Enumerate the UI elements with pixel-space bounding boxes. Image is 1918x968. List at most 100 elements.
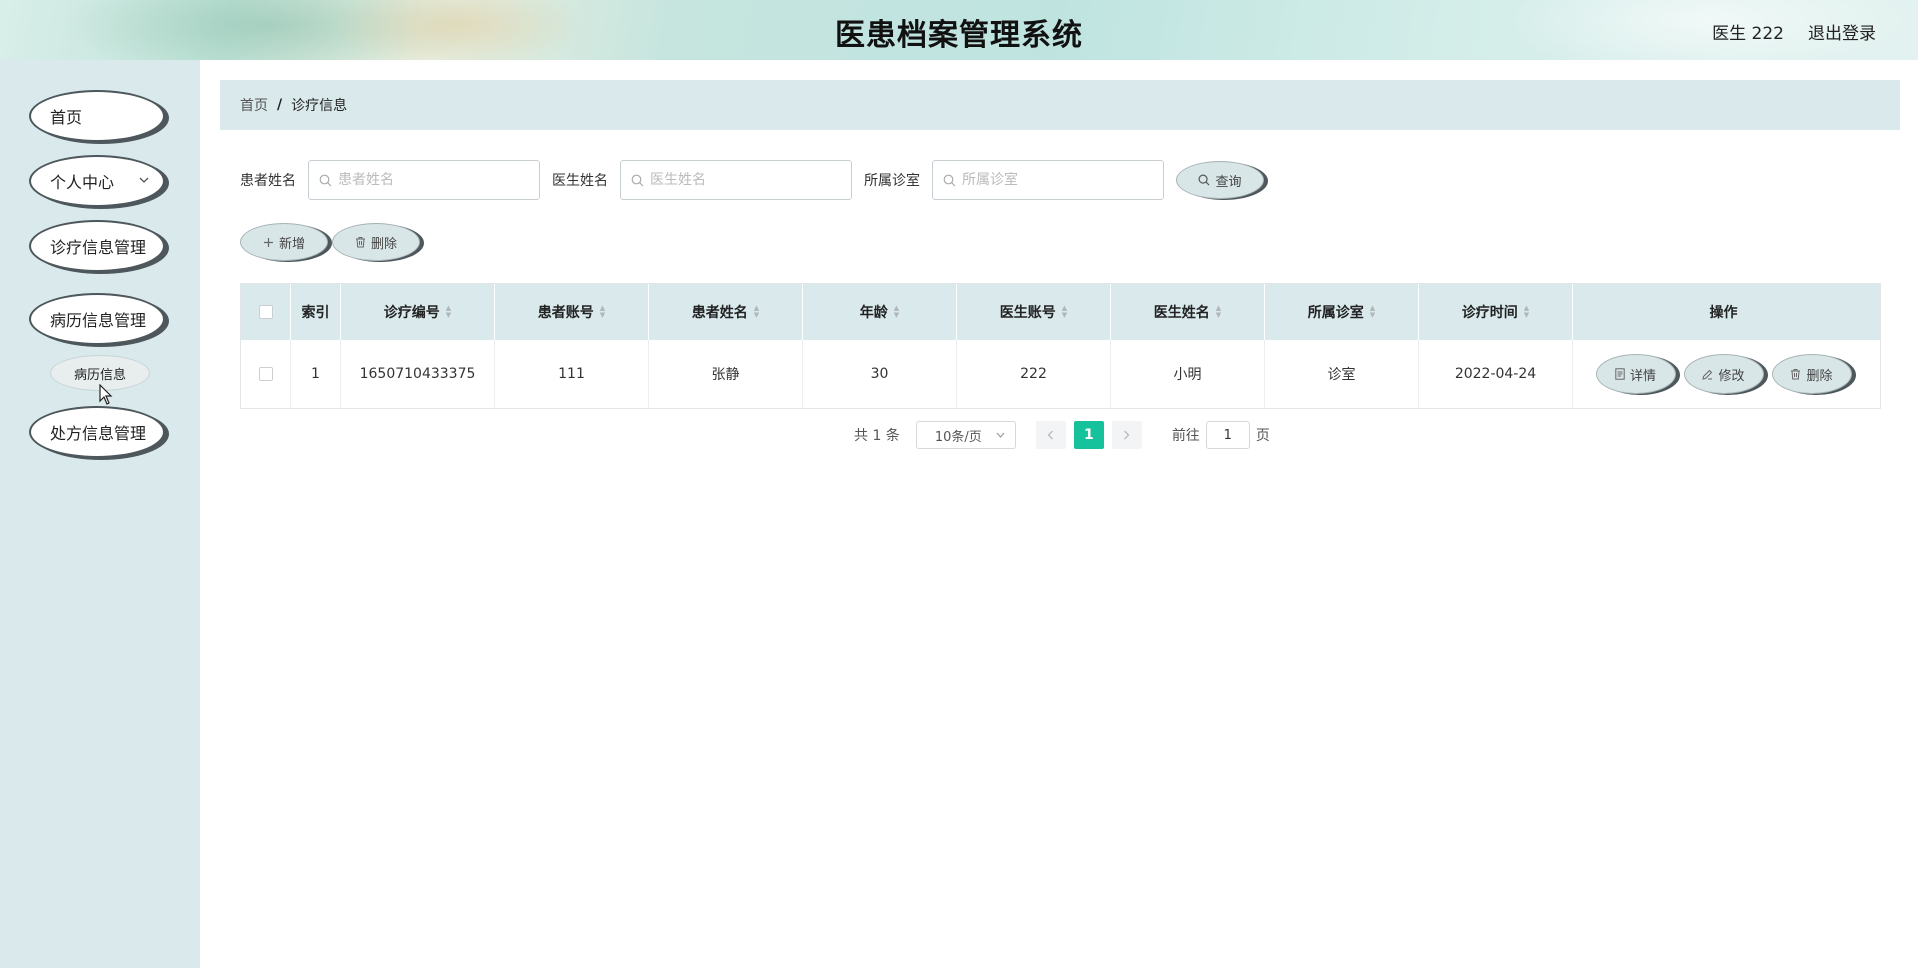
cell-age: 30	[803, 340, 957, 408]
column-header-actions: 操作	[1709, 305, 1738, 321]
row-select	[241, 340, 291, 408]
column-header-index: 索引	[291, 284, 341, 340]
column-header-label: 患者姓名	[691, 305, 748, 321]
cell-doctor-account: 222	[957, 340, 1111, 408]
sidebar-item-treatment[interactable]: 诊疗信息管理	[29, 220, 165, 272]
sort-icon: ▲ ▼	[753, 304, 760, 319]
goto-label: 前往	[1171, 428, 1200, 444]
sort-icon: ▲ ▼	[1369, 304, 1376, 319]
sidebar: 首页 个人中心 诊疗信息管理 病历信息管理 病历信息 处方信息管理	[0, 60, 200, 968]
goto-page-input[interactable]	[1205, 421, 1250, 449]
prev-page-button[interactable]	[1035, 421, 1066, 449]
patient-name-field[interactable]	[308, 160, 540, 200]
sort-icon: ▲ ▼	[445, 304, 452, 319]
pagination: 共 1 条 10条/页 1 前往 页	[854, 421, 1270, 449]
column-header-label: 患者账号	[537, 305, 594, 321]
column-header-age[interactable]: 年龄 ▲ ▼	[803, 284, 957, 340]
clinic-field[interactable]	[932, 160, 1164, 200]
sidebar-item-label: 病历信息管理	[50, 311, 147, 330]
sort-icon: ▲ ▼	[599, 304, 606, 319]
top-header: 医患档案管理系统 医生 222 退出登录	[0, 0, 1918, 60]
page-number-current[interactable]: 1	[1073, 421, 1104, 449]
patient-name-label: 患者姓名	[240, 173, 296, 189]
chevron-right-icon	[1124, 430, 1130, 440]
cell-index: 1	[291, 340, 341, 408]
cell-actions: 详情 修改 删除	[1573, 340, 1874, 408]
submenu-item-label: 病历信息	[73, 367, 126, 383]
sidebar-item-home[interactable]: 首页	[29, 90, 165, 142]
search-button-label: 查询	[1215, 174, 1242, 190]
search-button[interactable]: 查询	[1176, 161, 1264, 199]
batch-delete-button-label: 删除	[370, 236, 397, 252]
cell-treatment-time: 2022-04-24	[1419, 340, 1573, 408]
column-header-label: 医生账号	[999, 305, 1056, 321]
table-header: 索引 诊疗编号 ▲ ▼ 患者账号 ▲ ▼ 患者姓名 ▲ ▼ 年龄 ▲ ▼ 医生账号 ▲ ▼ 医生姓名…	[241, 284, 1880, 340]
column-header-patient-account[interactable]: 患者账号 ▲ ▼	[495, 284, 649, 340]
next-page-button[interactable]	[1111, 421, 1142, 449]
trash-icon	[1791, 369, 1801, 380]
column-header-patient-name[interactable]: 患者姓名 ▲ ▼	[649, 284, 803, 340]
column-header-label: 诊疗时间	[1461, 305, 1518, 321]
edit-button[interactable]: 修改	[1683, 354, 1764, 394]
user-box: 医生 222 退出登录	[1712, 19, 1876, 44]
patient-name-input[interactable]	[338, 172, 528, 188]
search-icon	[943, 174, 956, 186]
treatment-table: 索引 诊疗编号 ▲ ▼ 患者账号 ▲ ▼ 患者姓名 ▲ ▼ 年龄 ▲ ▼ 医生账号 ▲ ▼ 医生姓名…	[240, 283, 1881, 409]
column-header-label: 诊疗编号	[383, 305, 440, 321]
sidebar-item-label: 个人中心	[50, 173, 115, 192]
column-header-label: 年龄	[859, 305, 888, 321]
sidebar-item-prescription[interactable]: 处方信息管理	[29, 406, 165, 458]
search-bar: 患者姓名 医生姓名 所属诊室 查询	[240, 160, 1264, 200]
chevron-down-icon	[139, 173, 149, 187]
cell-treatment-no: 1650710433375	[341, 340, 495, 408]
sidebar-item-label: 首页	[50, 108, 83, 127]
column-header-treatment-no[interactable]: 诊疗编号 ▲ ▼	[341, 284, 495, 340]
sort-icon: ▲ ▼	[1523, 304, 1530, 319]
clinic-input[interactable]	[962, 172, 1152, 188]
search-icon	[631, 174, 644, 186]
document-icon	[1615, 368, 1625, 380]
logout-link[interactable]: 退出登录	[1808, 19, 1876, 44]
header-select-all	[241, 284, 291, 340]
cell-patient-account: 111	[495, 340, 649, 408]
pagination-total: 共 1 条	[854, 428, 900, 444]
add-button[interactable]: 新增	[240, 223, 328, 261]
column-header-clinic[interactable]: 所属诊室 ▲ ▼	[1265, 284, 1419, 340]
delete-button-label: 删除	[1806, 368, 1833, 384]
breadcrumb-home[interactable]: 首页	[240, 95, 268, 115]
breadcrumb-current: 诊疗信息	[291, 98, 348, 114]
row-checkbox[interactable]	[258, 367, 273, 381]
column-header-treatment-time[interactable]: 诊疗时间 ▲ ▼	[1419, 284, 1573, 340]
select-all-checkbox[interactable]	[258, 305, 273, 319]
trash-icon	[355, 237, 365, 248]
table-row: 1 1650710433375 111 张静 30 222 小明 诊室 2022…	[241, 340, 1880, 408]
breadcrumb: 首页 / 诊疗信息	[220, 80, 1900, 130]
detail-button-label: 详情	[1629, 368, 1656, 384]
clinic-label: 所属诊室	[864, 173, 920, 189]
batch-delete-button[interactable]: 删除	[332, 223, 420, 261]
plus-icon	[263, 237, 273, 247]
cell-clinic: 诊室	[1265, 340, 1419, 408]
doctor-name-field[interactable]	[620, 160, 852, 200]
detail-button[interactable]: 详情	[1595, 354, 1676, 394]
column-header-label: 医生姓名	[1153, 305, 1210, 321]
search-icon	[319, 174, 332, 186]
sidebar-item-medical-records[interactable]: 病历信息管理	[29, 293, 165, 345]
column-header-label: 所属诊室	[1307, 305, 1364, 321]
sidebar-item-label: 诊疗信息管理	[50, 238, 147, 257]
column-header-doctor-account[interactable]: 医生账号 ▲ ▼	[957, 284, 1111, 340]
chevron-down-icon	[996, 432, 1005, 438]
sort-icon: ▲ ▼	[893, 304, 900, 319]
doctor-name-input[interactable]	[650, 172, 840, 188]
column-header-doctor-name[interactable]: 医生姓名 ▲ ▼	[1111, 284, 1265, 340]
page-size-select[interactable]: 10条/页	[915, 421, 1016, 449]
page-suffix: 页	[1255, 428, 1270, 444]
sort-icon: ▲ ▼	[1061, 304, 1068, 319]
sidebar-item-personal-center[interactable]: 个人中心	[29, 155, 165, 207]
add-button-label: 新增	[278, 236, 305, 252]
chevron-left-icon	[1047, 430, 1054, 440]
app-title: 医患档案管理系统	[835, 18, 1083, 53]
current-user[interactable]: 医生 222	[1712, 19, 1784, 44]
page-size-value: 10条/页	[934, 429, 982, 445]
delete-button[interactable]: 删除	[1771, 354, 1852, 394]
